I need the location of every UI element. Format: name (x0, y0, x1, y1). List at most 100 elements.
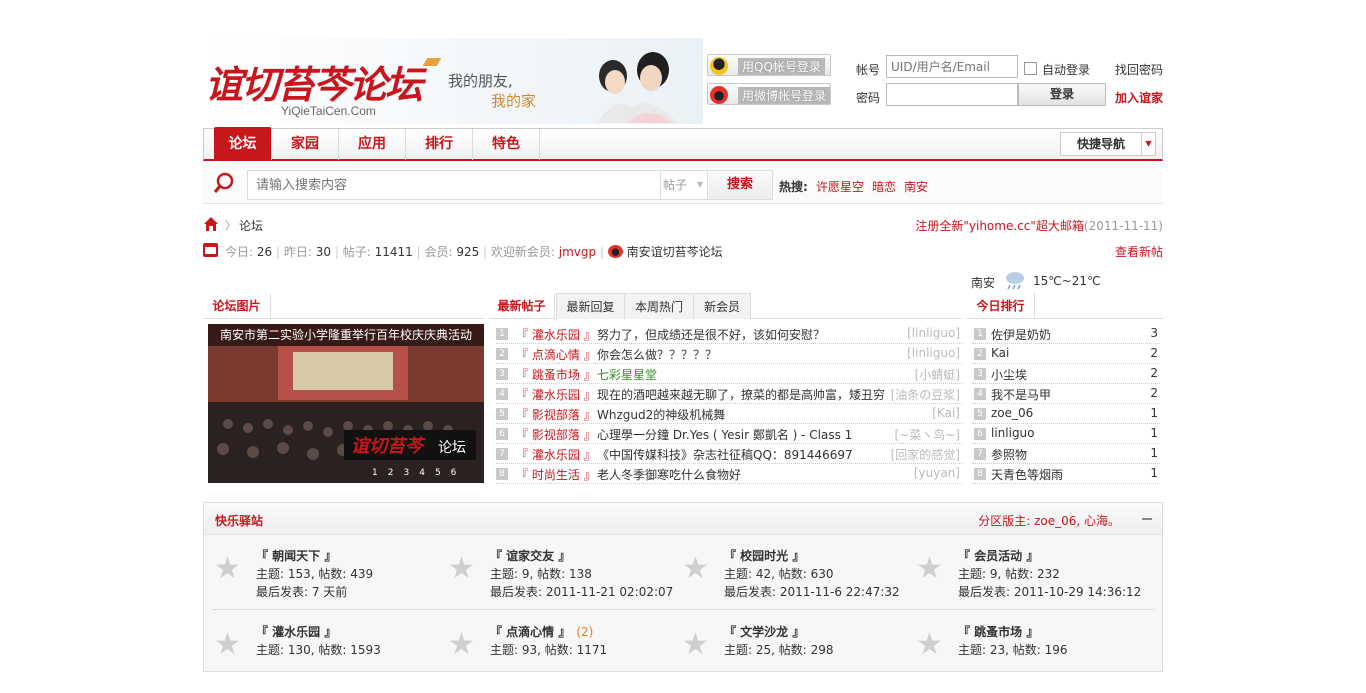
nav-features[interactable]: 特色 (473, 129, 540, 160)
forum-last-post[interactable]: 最后发表: 2011-11-6 22:47:32 (724, 583, 900, 600)
forum-name[interactable]: 『 跳蚤市场 』 (958, 623, 1038, 640)
thread-row[interactable]: 1 『 灌水乐园 』 努力了，但成绩还是很不好，该如何安慰？ [linliguo… (496, 324, 962, 344)
rank-user[interactable]: 小尘埃 (991, 366, 1027, 383)
pager-4[interactable]: 4 (419, 468, 435, 478)
search-type-select[interactable]: 帖子 ▼ (660, 170, 708, 200)
pager-1[interactable]: 1 (372, 468, 388, 478)
ranking-row[interactable]: 4 我不是马甲 2 (972, 384, 1160, 404)
join-link[interactable]: 加入谊家 (1115, 89, 1163, 106)
forum-name[interactable]: 『 朝闻天下 』 (256, 547, 336, 564)
image-pager[interactable]: 123456 (372, 468, 466, 478)
thread-row[interactable]: 3 『 跳蚤市场 』 七彩星星堂 [小蜻蜓] (496, 364, 962, 384)
ranking-row[interactable]: 3 小尘埃 2 (972, 364, 1160, 384)
forum-last-post[interactable]: 最后发表: 2011-11-21 02:02:07 (490, 583, 673, 600)
pager-6[interactable]: 6 (451, 468, 467, 478)
thread-category[interactable]: 『 点滴心情 』 (516, 346, 596, 363)
thread-category[interactable]: 『 灌水乐园 』 (516, 326, 596, 343)
breadcrumb-current[interactable]: 论坛 (239, 217, 263, 234)
forum-last-post[interactable]: 最后发表: 7 天前 (256, 583, 347, 600)
rank-user[interactable]: Kai (991, 346, 1009, 360)
thread-author[interactable]: [linliguo] (905, 346, 960, 360)
nav-apps[interactable]: 应用 (339, 129, 406, 160)
ranking-row[interactable]: 6 linliguo 1 (972, 424, 1160, 444)
logo-banner[interactable]: 谊切苔芩论坛 YiQieTaiCen.Com 我的朋友, 我的家 (203, 38, 703, 124)
forum-item[interactable]: ★ 『 点滴心情 』 (2) 主题: 93, 帖数: 1171 (448, 623, 678, 693)
rank-user[interactable]: zoe_06 (991, 406, 1033, 420)
view-new-posts-link[interactable]: 查看新帖 (1115, 243, 1163, 260)
thread-title[interactable]: 你会怎么做？？？？？ (597, 346, 717, 363)
thread-author[interactable]: [~菜ヽ鸟~] (892, 426, 960, 443)
thread-title[interactable]: 《中国传媒科技》杂志社征稿QQ：891446697 (597, 446, 853, 463)
section-title[interactable]: 快乐驿站 (215, 512, 263, 529)
forum-item[interactable]: ★ 『 谊家交友 』 主题: 9, 帖数: 138 最后发表: 2011-11-… (448, 547, 678, 617)
hot-tag[interactable]: 南安 (904, 178, 928, 195)
featured-image[interactable]: 谊切苔芩 论坛 南安市第二实验小学隆重举行百年校庆庆典活动 123456 (208, 324, 484, 483)
notice-text[interactable]: 注册全新"yihome.cc"超大邮箱 (915, 219, 1084, 233)
rank-user[interactable]: 天青色等烟雨 (991, 466, 1063, 483)
thread-author[interactable]: [回家的感觉] (888, 446, 960, 463)
thread-row[interactable]: 2 『 点滴心情 』 你会怎么做？？？？？ [linliguo] (496, 344, 962, 364)
rank-user[interactable]: 参照物 (991, 446, 1027, 463)
tab-latest-replies[interactable]: 最新回复 (556, 293, 625, 319)
pager-3[interactable]: 3 (403, 468, 419, 478)
thread-category[interactable]: 『 影视部落 』 (516, 426, 596, 443)
ranking-row[interactable]: 1 佐伊是奶奶 3 (972, 324, 1160, 344)
thread-category[interactable]: 『 时尚生活 』 (516, 466, 596, 483)
site-notice[interactable]: 注册全新"yihome.cc"超大邮箱(2011-11-11) (915, 217, 1163, 234)
tab-new-members[interactable]: 新会员 (693, 293, 751, 319)
qq-login-button[interactable]: 用QQ帐号登录 (707, 54, 831, 76)
forum-item[interactable]: ★ 『 跳蚤市场 』 主题: 23, 帖数: 196 (916, 623, 1146, 693)
thread-row[interactable]: 8 『 时尚生活 』 老人冬季御寒吃什么食物好 [yuyan] (496, 464, 962, 484)
auto-login-checkbox[interactable] (1024, 62, 1037, 75)
thread-row[interactable]: 6 『 影视部落 』 心理學一分鐘 Dr.Yes ( Yesir 鄭凱名 ) -… (496, 424, 962, 444)
thread-row[interactable]: 4 『 灌水乐园 』 现在的酒吧越来越无聊了，撩菜的都是高帅富，矮丑穷 [油条の… (496, 384, 962, 404)
new-member-link[interactable]: jmvgp (559, 245, 596, 259)
forum-name[interactable]: 『 点滴心情 』 (2) (490, 623, 593, 640)
nav-home[interactable]: 家园 (272, 129, 339, 160)
thread-title[interactable]: 七彩星星堂 (597, 366, 657, 383)
thread-author[interactable]: [yuyan] (911, 466, 960, 480)
nav-ranking[interactable]: 排行 (406, 129, 473, 160)
thread-category[interactable]: 『 灌水乐园 』 (516, 446, 596, 463)
thread-category[interactable]: 『 灌水乐园 』 (516, 386, 596, 403)
login-button[interactable]: 登录 (1018, 83, 1106, 106)
thread-row[interactable]: 7 『 灌水乐园 』 《中国传媒科技》杂志社征稿QQ：891446697 [回家… (496, 444, 962, 464)
forum-item[interactable]: ★ 『 校园时光 』 主题: 42, 帖数: 630 最后发表: 2011-11… (682, 547, 912, 617)
nav-forum[interactable]: 论坛 (214, 127, 272, 160)
hot-tag[interactable]: 暗恋 (872, 178, 896, 195)
quick-nav-dropdown[interactable]: 快捷导航 ▼ (1060, 132, 1156, 156)
forum-item[interactable]: ★ 『 会员活动 』 主题: 9, 帖数: 232 最后发表: 2011-10-… (916, 547, 1146, 617)
ranking-row[interactable]: 2 Kai 2 (972, 344, 1160, 364)
rank-user[interactable]: 我不是马甲 (991, 386, 1051, 403)
thread-category[interactable]: 『 影视部落 』 (516, 406, 596, 423)
tab-latest-posts[interactable]: 最新帖子 (489, 293, 555, 319)
thread-author[interactable]: [油条の豆浆] (888, 386, 960, 403)
forum-last-post[interactable]: 最后发表: 2011-10-29 14:36:12 (958, 583, 1141, 600)
ranking-row[interactable]: 7 参照物 1 (972, 444, 1160, 464)
thread-author[interactable]: [Kai] (930, 406, 960, 420)
ranking-row[interactable]: 8 天青色等烟雨 1 (972, 464, 1160, 484)
forum-item[interactable]: ★ 『 朝闻天下 』 主题: 153, 帖数: 439 最后发表: 7 天前 (214, 547, 444, 617)
thread-category[interactable]: 『 跳蚤市场 』 (516, 366, 596, 383)
image-caption[interactable]: 南安市第二实验小学隆重举行百年校庆庆典活动 (208, 324, 484, 346)
account-input[interactable] (886, 55, 1018, 78)
thread-title[interactable]: 现在的酒吧越来越无聊了，撩菜的都是高帅富，矮丑穷 (597, 386, 885, 403)
forum-name[interactable]: 『 谊家交友 』 (490, 547, 570, 564)
rank-user[interactable]: 佐伊是奶奶 (991, 326, 1051, 343)
section-moderators[interactable]: 分区版主: zoe_06, 心海。 (978, 512, 1120, 529)
forum-name[interactable]: 『 灌水乐园 』 (256, 623, 336, 640)
ranking-row[interactable]: 5 zoe_06 1 (972, 404, 1160, 424)
hot-tag[interactable]: 许愿星空 (816, 178, 864, 195)
find-password-link[interactable]: 找回密码 (1115, 61, 1163, 78)
thread-title[interactable]: 心理學一分鐘 Dr.Yes ( Yesir 鄭凱名 ) - Class 1 (597, 426, 852, 443)
tab-weekly-hot[interactable]: 本周热门 (624, 293, 694, 319)
pager-5[interactable]: 5 (435, 468, 451, 478)
weibo-login-button[interactable]: 用微博帐号登录 (707, 83, 831, 105)
thread-author[interactable]: [linliguo] (905, 326, 960, 340)
site-logo[interactable]: 谊切苔芩论坛 (205, 54, 423, 109)
forum-name[interactable]: 『 校园时光 』 (724, 547, 804, 564)
thread-row[interactable]: 5 『 影视部落 』 Whzgud2的神级机械舞 [Kai] (496, 404, 962, 424)
rank-user[interactable]: linliguo (991, 426, 1035, 440)
pager-2[interactable]: 2 (388, 468, 404, 478)
forum-item[interactable]: ★ 『 灌水乐园 』 主题: 130, 帖数: 1593 (214, 623, 444, 693)
